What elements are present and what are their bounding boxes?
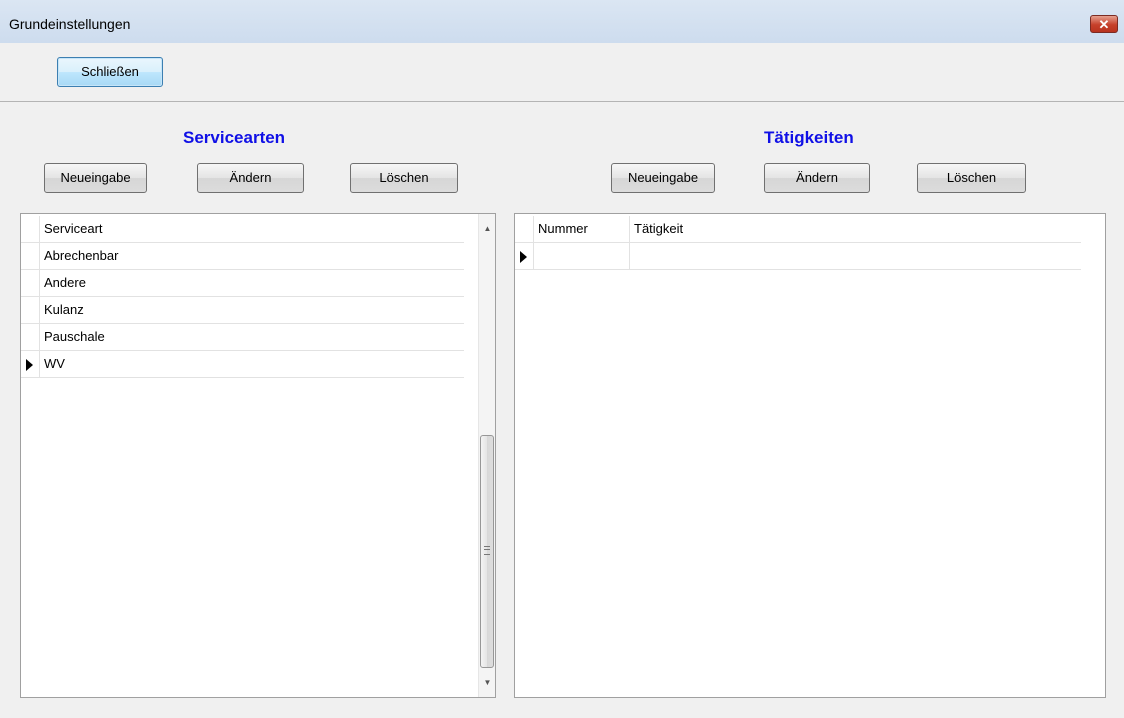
row-header-cell	[515, 216, 534, 242]
table-row[interactable]: Abrechenbar	[21, 243, 464, 270]
grid-header-row: Nummer Tätigkeit	[515, 216, 1081, 243]
vertical-scrollbar[interactable]: ▲ ▼	[478, 214, 495, 697]
row-header-cell[interactable]	[21, 297, 40, 323]
taetigkeiten-grid[interactable]: Nummer Tätigkeit	[514, 213, 1106, 698]
close-dialog-button[interactable]: Schließen	[57, 57, 163, 87]
window-title: Grundeinstellungen	[9, 16, 131, 32]
table-row[interactable]	[515, 243, 1081, 270]
row-header-cell[interactable]	[21, 324, 40, 350]
row-header-cell[interactable]	[21, 270, 40, 296]
serviceart-cell[interactable]: Abrechenbar	[40, 243, 118, 269]
serviceart-cell[interactable]: Kulanz	[40, 297, 84, 323]
servicearten-new-button[interactable]: Neueingabe	[44, 163, 147, 193]
current-row-pointer-icon	[520, 251, 527, 263]
grip-icon	[484, 546, 490, 555]
scroll-down-arrow-icon[interactable]: ▼	[479, 674, 495, 692]
table-row[interactable]: Kulanz	[21, 297, 464, 324]
row-header-cell	[21, 216, 40, 242]
column-header-serviceart[interactable]: Serviceart	[40, 216, 460, 242]
serviceart-cell[interactable]: Pauschale	[40, 324, 105, 350]
table-row[interactable]: WV	[21, 351, 464, 378]
serviceart-cell[interactable]: Andere	[40, 270, 86, 296]
table-row[interactable]: Andere	[21, 270, 464, 297]
servicearten-heading: Servicearten	[183, 128, 286, 147]
taetigkeiten-edit-button[interactable]: Ändern	[764, 163, 870, 193]
column-header-taetigkeit[interactable]: Tätigkeit	[630, 216, 1075, 242]
serviceart-cell[interactable]: WV	[40, 351, 65, 377]
grid-header-row: Serviceart	[21, 216, 464, 243]
taetigkeiten-heading: Tätigkeiten	[764, 128, 854, 147]
column-header-nummer[interactable]: Nummer	[534, 216, 630, 242]
row-header-cell[interactable]	[515, 243, 534, 269]
toolbar	[0, 43, 1124, 102]
scroll-up-arrow-icon[interactable]: ▲	[479, 220, 495, 238]
window-close-button[interactable]: ✕	[1090, 15, 1118, 33]
scrollbar-thumb[interactable]	[480, 435, 494, 668]
servicearten-edit-button[interactable]: Ändern	[197, 163, 304, 193]
taetigkeiten-new-button[interactable]: Neueingabe	[611, 163, 715, 193]
table-row[interactable]: Pauschale	[21, 324, 464, 351]
nummer-cell[interactable]	[534, 243, 630, 269]
taetigkeit-cell[interactable]	[630, 243, 1075, 269]
close-icon: ✕	[1098, 17, 1110, 32]
row-header-cell[interactable]	[21, 243, 40, 269]
taetigkeiten-delete-button[interactable]: Löschen	[917, 163, 1026, 193]
row-header-cell[interactable]	[21, 351, 40, 377]
current-row-pointer-icon	[26, 359, 33, 371]
servicearten-delete-button[interactable]: Löschen	[350, 163, 458, 193]
servicearten-grid[interactable]: Serviceart Abrechenbar Andere Kulanz Pau…	[20, 213, 496, 698]
title-bar: Grundeinstellungen ✕	[0, 0, 1124, 43]
